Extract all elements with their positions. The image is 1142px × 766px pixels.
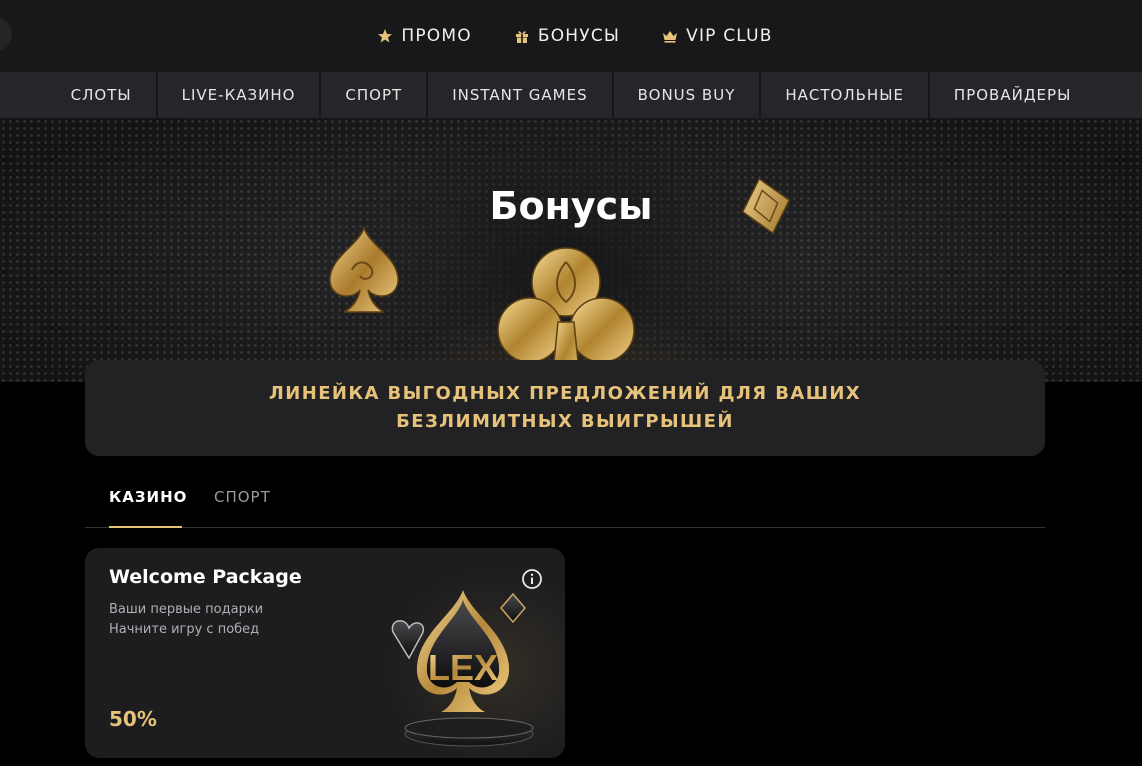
category-slots[interactable]: СЛОТЫ [47, 72, 156, 118]
banner-text: ЛИНЕЙКА ВЫГОДНЫХ ПРЕДЛОЖЕНИЙ ДЛЯ ВАШИХ Б… [268, 383, 862, 432]
bonus-card-subtitle: Ваши первые подарки [109, 602, 264, 617]
tab-casino[interactable]: КАЗИНО [109, 488, 187, 506]
category-sport[interactable]: СПОРТ [319, 72, 426, 118]
top-bar: ПРОМО БОНУСЫ VIP CLUB [0, 0, 1142, 72]
nav-bonuses-label: БОНУСЫ [537, 26, 621, 46]
category-bar: СЛОТЫ LIVE-КАЗИНО СПОРТ INSTANT GAMES BO… [0, 72, 1142, 118]
nav-vip-club[interactable]: VIP CLUB [662, 26, 773, 46]
nav-promo-label: ПРОМО [401, 26, 472, 46]
bonus-card-title: Welcome Package [109, 566, 302, 588]
crown-icon [663, 31, 678, 43]
nav-bonuses[interactable]: БОНУСЫ [514, 26, 620, 46]
active-tab-indicator [109, 526, 182, 528]
hero-banner: Бонусы [0, 118, 1142, 382]
category-providers[interactable]: ПРОВАЙДЕРЫ [927, 72, 1095, 118]
nav-promo[interactable]: ПРОМО [377, 26, 471, 46]
gift-icon [515, 31, 528, 43]
bonus-card-subtitle: Начните игру с побед [109, 622, 260, 637]
spade-ornament-icon [329, 225, 399, 313]
tab-sport[interactable]: СПОРТ [214, 488, 271, 506]
bonus-card-percent: 50% [109, 707, 157, 731]
category-live-casino[interactable]: LIVE-КАЗИНО [155, 72, 320, 118]
category-instant-games[interactable]: INSTANT GAMES [426, 72, 611, 118]
page-title: Бонусы [489, 184, 653, 228]
lex-logo: LEX [391, 590, 534, 747]
bonus-tabs: КАЗИНО СПОРТ [85, 470, 1045, 528]
category-bonus-buy[interactable]: BONUS BUY [611, 72, 760, 118]
top-nav: ПРОМО БОНУСЫ VIP CLUB [0, 0, 1142, 72]
nav-vip-club-label: VIP CLUB [686, 26, 773, 46]
bonus-card[interactable]: Welcome Package Ваши первые подарки Начн… [85, 548, 565, 758]
star-icon [378, 29, 393, 43]
category-table-games[interactable]: НАСТОЛЬНЫЕ [759, 72, 928, 118]
promo-banner: ЛИНЕЙКА ВЫГОДНЫХ ПРЕДЛОЖЕНИЙ ДЛЯ ВАШИХ Б… [85, 360, 1045, 456]
logo-text: LEX [428, 647, 498, 688]
